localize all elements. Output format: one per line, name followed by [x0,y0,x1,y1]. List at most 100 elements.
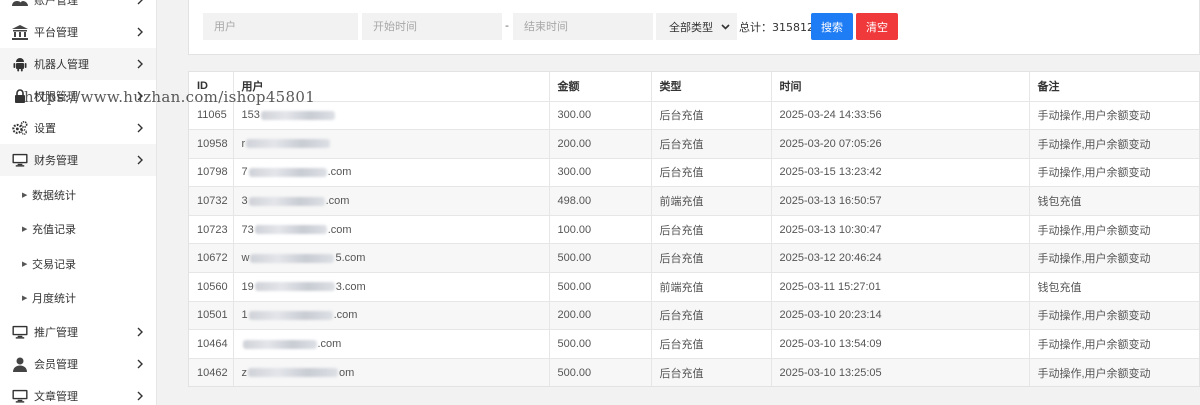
chevron-right-icon [135,91,145,101]
cell-type: 前端充值 [651,272,772,302]
table-row: 10560 19 3.com 500.00 前端充值 2025-03-11 15:… [189,272,1199,302]
cell-note: 手动操作,用户余额变动 [1029,243,1199,274]
table-row: 10723 73 .com 100.00 后台充值 2025-03-13 10:3… [189,215,1199,245]
sidebar-item-finance[interactable]: 财务管理 [0,144,156,176]
cell-type: 后台充值 [651,329,772,359]
table-row: 10501 1 .com 200.00 后台充值 2025-03-10 20:23… [189,301,1199,331]
sidebar-item-articles[interactable]: 文章管理 [0,380,156,405]
monitor-icon [12,388,28,404]
header-type: 类型 [651,72,772,102]
cell-user: 7 .com [233,158,550,188]
chevron-right-icon [135,27,145,37]
chevron-right-icon [135,59,145,69]
submenu-item-data-stats[interactable]: ▶ 数据统计 [0,178,156,212]
redacted-user-blur [248,368,338,378]
cell-type: 后台充值 [651,158,772,188]
user-visible-prefix: 3 [241,195,248,208]
table-row: 10672 w 5.com 500.00 后台充值 2025-03-12 20:4… [189,243,1199,274]
header-amount: 金额 [549,72,652,102]
caret-right-icon: ▶ [22,294,28,302]
table-row: 10462 z om 500.00 后台充值 2025-03-10 13:25:0… [189,358,1199,386]
cell-id: 10501 [189,301,234,331]
sidebar-item-platform[interactable]: 平台管理 [0,16,156,48]
cell-note: 手动操作,用户余额变动 [1029,215,1199,245]
total-count: 总计：315812 [739,21,814,34]
redacted-user-blur [242,339,317,349]
users-icon [12,0,28,8]
table-row: 10464 .com 500.00 后台充值 2025-03-10 13:54:… [189,329,1199,359]
cell-id: 10464 [189,329,234,359]
submenu-item-monthly-stats[interactable]: ▶ 月度统计 [0,281,156,315]
redacted-user-blur [260,110,335,120]
sidebar-item-settings[interactable]: 设置 [0,112,156,144]
submenu-item-recharge-records[interactable]: ▶ 充值记录 [0,212,156,246]
cell-amount: 200.00 [549,129,652,159]
clear-button[interactable]: 清空 [856,13,898,40]
user-visible-prefix: 153 [241,109,260,122]
sidebar-item-permissions[interactable]: 权限管理 [0,80,156,112]
end-time-input[interactable] [513,13,653,40]
cell-type: 后台充值 [651,215,772,245]
cell-amount: 500.00 [549,329,652,359]
cell-time: 2025-03-24 14:33:56 [771,101,1030,131]
header-note: 备注 [1029,72,1199,102]
cell-amount: 500.00 [549,358,652,386]
user-visible-prefix: r [241,137,246,150]
user-visible-suffix: .com [317,338,342,351]
chevron-right-icon [135,0,145,5]
user-visible-prefix: 7 [241,166,248,179]
filter-bar: - 全部类型 总计：315812 搜索 清空 [188,0,1200,55]
monitor-icon [12,152,28,168]
sidebar-item-promotion[interactable]: 推广管理 [0,316,156,348]
cell-type: 后台充值 [651,101,772,131]
redacted-user-blur [248,168,327,178]
user-search-input[interactable] [203,13,358,40]
cell-user: z om [233,358,550,386]
cell-note: 手动操作,用户余额变动 [1029,301,1199,331]
bank-icon [12,24,28,40]
user-visible-suffix: 5.com [335,252,366,265]
cell-note: 手动操作,用户余额变动 [1029,158,1199,188]
cell-type: 后台充值 [651,129,772,159]
type-select[interactable]: 全部类型 [656,13,737,40]
search-button[interactable]: 搜索 [811,13,853,40]
cell-amount: 200.00 [549,301,652,331]
cell-time: 2025-03-10 20:23:14 [771,301,1030,331]
cell-id: 10732 [189,186,234,216]
redacted-user-blur [254,282,335,292]
caret-right-icon: ▶ [22,191,28,199]
user-visible-suffix: .com [327,166,352,179]
sidebar-item-members[interactable]: 会员管理 [0,348,156,380]
cell-note: 钱包充值 [1029,272,1199,302]
cell-user: 3 .com [233,186,550,216]
cell-id: 10958 [189,129,234,159]
lock-icon [12,88,28,104]
submenu-item-transactions[interactable]: ▶ 交易记录 [0,247,156,281]
sidebar-item-label: 财务管理 [34,154,78,167]
sidebar-item-robot[interactable]: 机器人管理 [0,48,156,80]
sidebar-item-label: 机器人管理 [34,58,89,71]
redacted-user-blur [250,253,335,263]
header-id: ID [189,72,234,102]
main-content: - 全部类型 总计：315812 搜索 清空 ID 用户 金额 类型 时间 备注 [157,0,1200,405]
sidebar-item-accounts[interactable]: 账户管理 [0,0,156,16]
user-visible-prefix: w [241,252,250,265]
type-select-value: 全部类型 [669,20,713,34]
cell-amount: 100.00 [549,215,652,245]
start-time-input[interactable] [362,13,502,40]
cell-id: 10723 [189,215,234,245]
cell-time: 2025-03-12 20:46:24 [771,243,1030,274]
submenu-item-label: 数据统计 [32,189,76,202]
submenu-item-label: 交易记录 [32,258,76,271]
user-visible-prefix: 1 [241,309,248,322]
cell-user: w 5.com [233,243,550,274]
chevron-right-icon [135,123,145,133]
table-row: 10732 3 .com 498.00 前端充值 2025-03-13 16:50… [189,186,1199,216]
submenu-item-label: 月度统计 [32,292,76,305]
cell-user: 1 .com [233,301,550,331]
sidebar-item-label: 账户管理 [34,0,78,7]
monitor-icon [12,324,28,340]
submenu-item-label: 充值记录 [32,223,76,236]
sidebar-item-label: 设置 [34,122,56,135]
recharge-table: ID 用户 金额 类型 时间 备注 11065 153 300.00 后台充值 … [188,71,1200,387]
